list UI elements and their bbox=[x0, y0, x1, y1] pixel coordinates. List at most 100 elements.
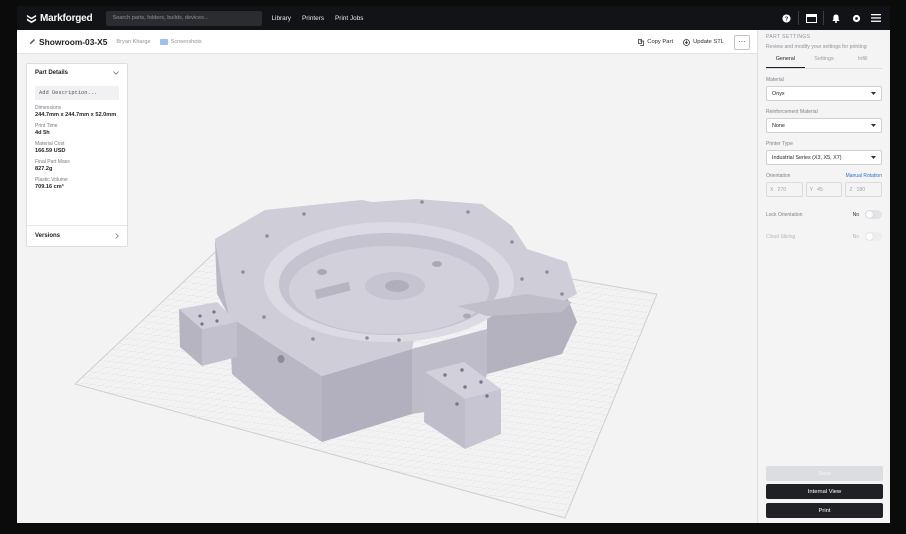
markforged-logo[interactable]: Markforged bbox=[26, 12, 93, 24]
nav-print-jobs-link[interactable]: Print Jobs bbox=[335, 15, 363, 22]
orientation-label: Orientation bbox=[766, 173, 791, 179]
reinforcement-select[interactable]: None bbox=[766, 118, 882, 133]
orientation-inputs: X 270 Y 45 Z 180 bbox=[766, 182, 883, 197]
manual-rotation-link[interactable]: Manual Rotation bbox=[846, 173, 882, 179]
tab-infill[interactable]: Infill bbox=[843, 56, 882, 68]
part-details-title: Part Details bbox=[35, 70, 69, 76]
copy-part-button[interactable]: Copy Part bbox=[638, 38, 674, 46]
folder-icon bbox=[159, 38, 168, 45]
settings-tabs: General Settings Infill bbox=[766, 56, 882, 69]
menu-icon[interactable] bbox=[866, 6, 886, 30]
lock-orientation-toggle[interactable] bbox=[865, 210, 882, 219]
copy-icon bbox=[638, 38, 645, 46]
part-center-hole bbox=[385, 280, 409, 292]
description-placeholder: Add Description... bbox=[39, 90, 98, 96]
tab-settings[interactable]: Settings bbox=[805, 56, 844, 68]
settings-icon[interactable] bbox=[846, 6, 866, 30]
print-time-label: Print Time bbox=[35, 123, 58, 129]
cloud-slicing-row: Cloud Slicing No bbox=[766, 232, 882, 241]
stl-icon bbox=[683, 38, 690, 46]
orientation-y-input[interactable]: Y 45 bbox=[805, 182, 843, 197]
app-window: Markforged Search parts, folders, builds… bbox=[17, 6, 890, 523]
z-value: 180 bbox=[856, 186, 866, 193]
part-render[interactable] bbox=[17, 54, 757, 523]
part-title[interactable]: Showroom-03-X5 bbox=[39, 37, 107, 47]
material-cost-value: 166.59 USD bbox=[35, 148, 66, 154]
printer-type-select[interactable]: Industrial Series (X3, X5, X7) bbox=[766, 150, 882, 165]
logo-icon bbox=[26, 14, 37, 23]
nav-printers-link[interactable]: Printers bbox=[302, 15, 324, 22]
orientation-x-input[interactable]: X 270 bbox=[766, 182, 803, 197]
plastic-volume-field: Plastic Volume 709.16 cm³ bbox=[35, 177, 119, 190]
dimensions-label: Dimensions bbox=[35, 105, 62, 111]
orientation-row: Orientation Manual Rotation bbox=[766, 173, 882, 179]
material-cost-label: Material Cost bbox=[35, 141, 65, 147]
help-icon[interactable]: ? bbox=[776, 6, 796, 30]
svg-text:?: ? bbox=[784, 16, 788, 22]
printer-type-label: Printer Type bbox=[766, 141, 793, 147]
search-input[interactable]: Search parts, folders, builds, devices..… bbox=[106, 10, 263, 26]
material-cost-field: Material Cost 166.59 USD bbox=[35, 141, 119, 154]
dimensions-field: Dimensions 244.7mm x 244.7mm x 52.0mm bbox=[35, 105, 119, 118]
bell-icon[interactable] bbox=[826, 6, 846, 30]
dropdown-arrow-icon bbox=[871, 124, 876, 127]
part-hole bbox=[463, 313, 471, 319]
material-value: Onyx bbox=[772, 90, 785, 97]
update-stl-label: Update STL bbox=[693, 39, 724, 45]
part-details-card: Part Details Add Description... Dimensio… bbox=[26, 63, 128, 247]
part-header: Showroom-03-X5 Bryan Kharge Screenshots … bbox=[17, 30, 757, 54]
3d-viewport[interactable]: Part Details Add Description... Dimensio… bbox=[17, 54, 757, 523]
more-options-button[interactable]: ⋯ bbox=[734, 34, 750, 50]
lock-orientation-state: No bbox=[852, 211, 859, 218]
edit-pencil-icon[interactable] bbox=[29, 38, 36, 45]
header-actions: Copy Part Update STL ⋯ bbox=[638, 30, 757, 54]
printer-type-value: Industrial Series (X3, X5, X7) bbox=[772, 154, 842, 161]
chevron-right-icon bbox=[115, 233, 119, 239]
part-settings-title: PART SETTINGS bbox=[766, 34, 811, 40]
x-axis-label: X bbox=[770, 186, 774, 193]
tab-general[interactable]: General bbox=[766, 56, 805, 68]
plastic-volume-label: Plastic Volume bbox=[35, 177, 68, 183]
part-hole bbox=[432, 261, 442, 267]
nav-divider bbox=[798, 11, 799, 25]
part-mass-value: 827.2g bbox=[35, 166, 53, 172]
reinforcement-value: None bbox=[772, 122, 785, 129]
x-value: 270 bbox=[777, 186, 787, 193]
y-value: 45 bbox=[817, 186, 823, 193]
save-button[interactable]: Save bbox=[766, 466, 883, 481]
orientation-z-input[interactable]: Z 180 bbox=[845, 182, 883, 197]
copy-part-label: Copy Part bbox=[647, 39, 674, 45]
versions-row[interactable]: Versions bbox=[27, 225, 127, 246]
search-placeholder: Search parts, folders, builds, devices..… bbox=[112, 15, 209, 21]
folder-name: Screenshots bbox=[170, 38, 202, 45]
update-stl-button[interactable]: Update STL bbox=[683, 38, 724, 46]
material-select[interactable]: Onyx bbox=[766, 86, 882, 101]
cloud-slicing-label: Cloud Slicing bbox=[766, 233, 796, 240]
y-axis-label: Y bbox=[809, 186, 814, 193]
material-label: Material bbox=[766, 77, 784, 83]
plastic-volume-value: 709.16 cm³ bbox=[35, 184, 64, 190]
folder-breadcrumb[interactable]: Screenshots bbox=[159, 38, 202, 45]
part-mass-field: Final Part Mass 827.2g bbox=[35, 159, 119, 172]
print-button[interactable]: Print bbox=[766, 503, 883, 518]
part-hole bbox=[317, 269, 327, 275]
part-hole bbox=[277, 355, 285, 363]
print-time-field: Print Time 4d 5h bbox=[35, 123, 119, 136]
description-input[interactable]: Add Description... bbox=[35, 86, 119, 100]
reinforcement-label: Reinforcement Material bbox=[766, 109, 818, 115]
internal-view-button[interactable]: Internal View bbox=[766, 484, 883, 499]
cloud-slicing-toggle[interactable] bbox=[865, 232, 882, 241]
dimensions-value: 244.7mm x 244.7mm x 52.0mm bbox=[35, 112, 117, 118]
chevron-down-icon bbox=[113, 71, 119, 75]
part-details-header[interactable]: Part Details bbox=[27, 64, 127, 82]
part-author: Bryan Kharge bbox=[116, 38, 151, 45]
nav-icons: ? bbox=[776, 6, 890, 30]
window-icon[interactable] bbox=[801, 6, 821, 30]
print-time-value: 4d 5h bbox=[35, 130, 50, 136]
logo-text: Markforged bbox=[40, 12, 93, 24]
part-settings-subtitle: Review and modify your settings for prin… bbox=[766, 44, 867, 50]
nav-library-link[interactable]: Library bbox=[271, 15, 291, 22]
cloud-slicing-state: No bbox=[852, 233, 859, 240]
part-mass-label: Final Part Mass bbox=[35, 159, 70, 165]
lock-orientation-label: Lock Orientation bbox=[766, 211, 803, 218]
